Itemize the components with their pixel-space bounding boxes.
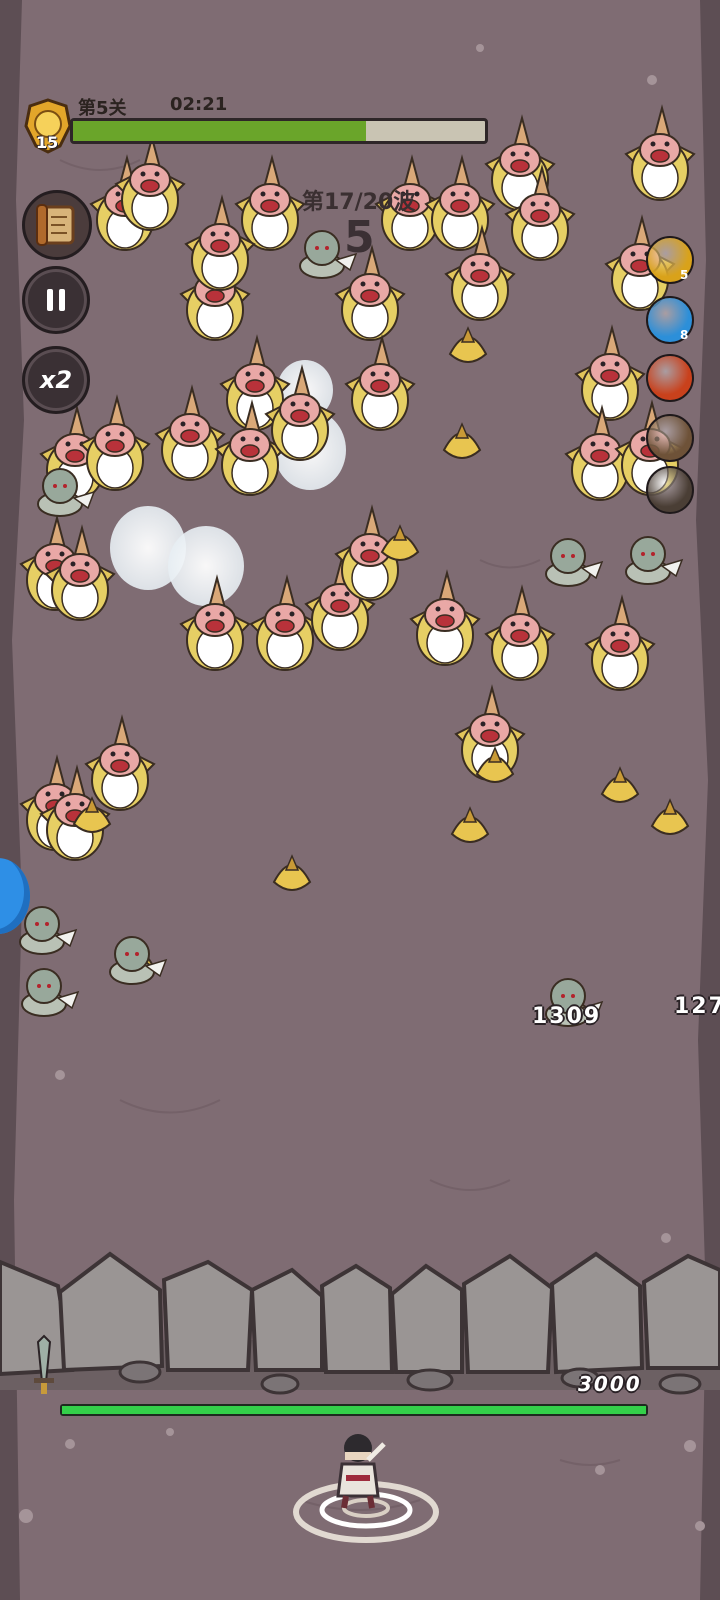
locked-skill-icon[interactable] (646, 466, 694, 514)
stage-progress-bar (70, 118, 488, 144)
game-field: 3000 15 第5关 02:21 第17/20波 5 x2 5 8 1309 … (0, 0, 720, 1600)
furry-monster (624, 104, 696, 201)
ghoul-monster (21, 968, 80, 1017)
chick-monster (650, 798, 690, 835)
stage-progress-fill (73, 121, 366, 141)
furry-monster (84, 714, 156, 811)
stage-timer: 02:21 (170, 94, 228, 115)
furry-monster (154, 384, 226, 481)
chick-monster (442, 422, 482, 459)
scroll-icon (36, 204, 75, 246)
damage-number: 127 (674, 994, 720, 1019)
player-hero (336, 1434, 386, 1509)
furry-monster (79, 394, 151, 491)
chick-monster (450, 806, 490, 843)
sword-icon (34, 1334, 54, 1394)
furry-monster (344, 334, 416, 431)
stage-label: 第5关 (78, 98, 127, 119)
pause-icon (47, 289, 65, 311)
fire-skill-icon[interactable] (646, 354, 694, 402)
ghoul-monster (625, 536, 684, 585)
furry-monster (584, 594, 656, 691)
furry-monster (179, 574, 251, 671)
chick-monster (600, 766, 640, 803)
furry-monster (574, 324, 646, 421)
furry-monster (114, 134, 186, 231)
wall-hp-fill (62, 1406, 646, 1414)
hero-level: 15 (36, 133, 59, 152)
quest-scroll-button[interactable] (22, 190, 92, 260)
wall-hp-value: 3000 (578, 1372, 642, 1396)
wall-hp-bar (60, 1404, 648, 1416)
damage-number: 1309 (532, 1004, 602, 1029)
pause-button[interactable] (22, 266, 90, 334)
furry-monster (409, 569, 481, 666)
frost-skill-count: 8 (680, 328, 689, 342)
ghoul-monster (19, 906, 78, 955)
chick-monster (448, 326, 488, 363)
furry-monster (234, 154, 306, 251)
furry-monster (484, 584, 556, 681)
ghoul-monster (109, 936, 168, 985)
lightning-skill-count: 5 (680, 268, 689, 282)
earth-skill-icon[interactable] (646, 414, 694, 462)
wave-countdown: 5 (344, 212, 375, 263)
chick-monster (380, 524, 420, 561)
furry-monster (249, 574, 321, 671)
chick-monster (272, 854, 312, 891)
ghoul-monster (545, 538, 604, 587)
speed-button[interactable]: x2 (22, 346, 90, 414)
